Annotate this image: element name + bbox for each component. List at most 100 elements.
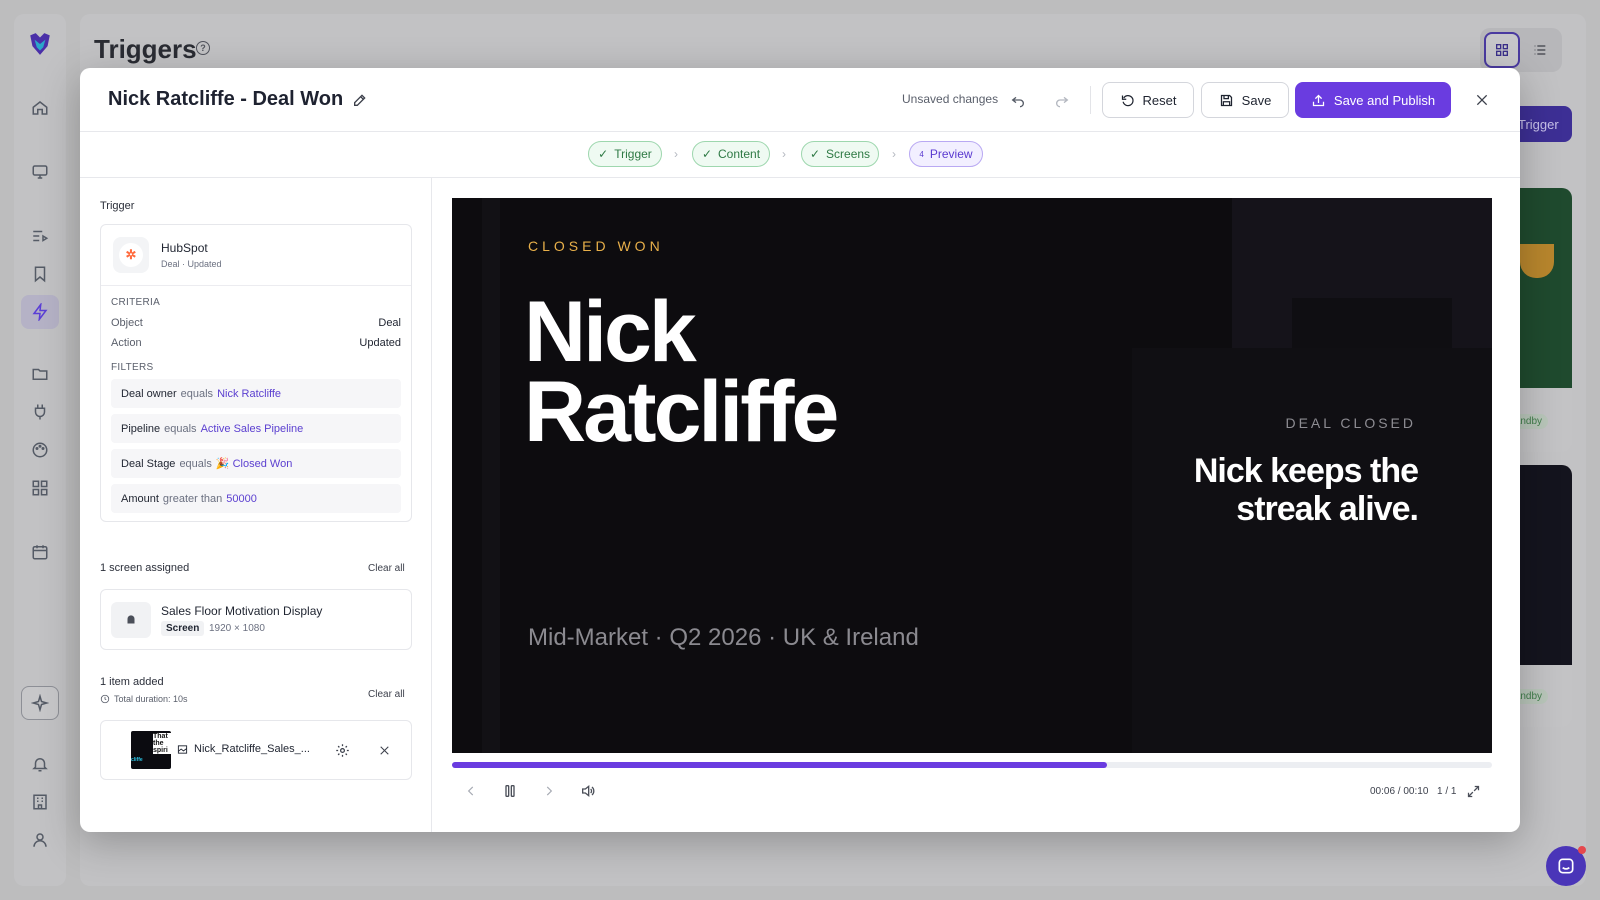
content-item-card[interactable]: cliffe That the spiri Nick_Ratcliffe_Sal… (100, 720, 412, 780)
image-icon (177, 744, 188, 754)
filter-value: 50000 (226, 492, 257, 505)
bookmark-icon[interactable] (28, 262, 52, 286)
slide-counter: 1 / 1 (1437, 786, 1457, 797)
clear-screens-button[interactable]: Clear all (368, 563, 405, 574)
save-label: Save (1241, 92, 1272, 108)
preview-kicker: CLOSED WON (528, 238, 664, 254)
preview-name: Nick Ratcliffe (524, 289, 839, 455)
item-thumbnail: cliffe That the spiri (131, 731, 171, 769)
close-icon[interactable] (1472, 90, 1492, 110)
criteria-key: Object (111, 317, 143, 329)
modal-title: Nick Ratcliffe - Deal Won (108, 88, 344, 110)
step-trigger[interactable]: ✓ Trigger (588, 141, 662, 167)
check-icon: ✓ (598, 147, 609, 161)
step-label: Preview (929, 147, 973, 161)
unsaved-changes-label: Unsaved changes (902, 92, 999, 106)
home-icon[interactable] (28, 96, 52, 120)
screen-type-badge: Screen (161, 621, 205, 636)
chevron-right-icon[interactable] (538, 780, 560, 802)
integration-name: HubSpot (161, 241, 208, 255)
progress-fill (452, 762, 1108, 768)
save-icon (1220, 94, 1232, 106)
gear-icon[interactable] (333, 741, 351, 759)
folder-icon[interactable] (28, 362, 52, 386)
fullscreen-icon[interactable] (1462, 780, 1484, 802)
logo-icon[interactable] (26, 30, 54, 58)
check-icon: ✓ (809, 147, 821, 161)
criteria-label: CRITERIA (111, 297, 161, 308)
playback-progress[interactable] (452, 762, 1492, 768)
step-preview[interactable]: 4 Preview (909, 141, 983, 167)
calendar-icon[interactable] (28, 540, 52, 564)
filter-field: Amount (121, 492, 159, 505)
preview-tagline-line: streak alive. (1236, 490, 1419, 528)
chevron-right-icon: › (674, 147, 678, 161)
pencil-icon[interactable] (352, 92, 368, 108)
filter-value: 🎉 Closed Won (215, 458, 293, 470)
screen-resolution: 1920 × 1080 (209, 623, 265, 634)
screen-card[interactable]: Sales Floor Motivation Display Screen 19… (100, 589, 412, 650)
playlist-icon[interactable] (28, 224, 52, 248)
step-screens[interactable]: ✓ Screens (801, 141, 879, 167)
app-sidebar (14, 14, 66, 886)
chevron-right-icon: › (782, 147, 786, 161)
item-file: Nick_Ratcliffe_Sales_... (177, 743, 310, 755)
chevron-right-icon: › (892, 147, 896, 161)
modal-header: Nick Ratcliffe - Deal Won Unsaved change… (80, 68, 1520, 132)
save-and-publish-label: Save and Publish (1333, 92, 1436, 108)
android-icon (111, 602, 151, 638)
clear-items-button[interactable]: Clear all (368, 689, 405, 700)
sparkle-icon[interactable] (21, 686, 59, 720)
pause-icon[interactable] (499, 780, 521, 802)
filters-label: FILTERS (111, 362, 154, 373)
chevron-left-icon[interactable] (460, 780, 482, 802)
duration-row: Total duration: 10s (100, 694, 188, 704)
criteria-value: Updated (359, 337, 401, 349)
step-indicator: ✓ Trigger › ✓ Content › ✓ Screens › 4 Previe… (80, 132, 1520, 178)
decorative-panel (1132, 348, 1492, 753)
decorative-stripe (482, 198, 500, 753)
trigger-section-label: Trigger (100, 200, 135, 212)
reset-button[interactable]: Reset (1102, 82, 1194, 118)
page-title: Triggers (94, 34, 197, 64)
filter-row: Pipeline equals Active Sales Pipeline (111, 414, 401, 443)
upload-icon (1312, 94, 1325, 106)
step-label: Content (718, 147, 761, 161)
volume-icon[interactable] (577, 780, 599, 802)
preview-tagline: Nick keeps the streak alive. (1118, 452, 1419, 528)
step-content[interactable]: ✓ Content (692, 141, 770, 167)
criteria-key: Action (111, 337, 142, 349)
integration-event: Deal · Updated (161, 259, 222, 269)
plug-icon[interactable] (28, 400, 52, 424)
filter-operator: equals (164, 422, 197, 435)
grid-view-icon[interactable] (1484, 32, 1520, 68)
items-heading: 1 item added (100, 676, 164, 688)
total-duration: Total duration: 10s (114, 694, 188, 704)
remove-item-icon[interactable] (375, 741, 393, 759)
building-icon[interactable] (28, 790, 52, 814)
redo-icon[interactable] (1052, 90, 1072, 110)
filter-field: Deal Stage (121, 457, 176, 470)
filter-field: Deal owner (121, 387, 177, 400)
filter-value: Active Sales Pipeline (200, 422, 304, 435)
trophy-icon (1520, 244, 1554, 278)
apps-icon[interactable] (28, 476, 52, 500)
screen-name: Sales Floor Motivation Display (161, 604, 323, 618)
filter-row: Deal Stage equals 🎉 Closed Won (111, 449, 401, 478)
bell-icon[interactable] (28, 752, 52, 776)
user-icon[interactable] (28, 828, 52, 852)
help-icon[interactable]: ? (196, 41, 210, 55)
monitor-icon[interactable] (28, 160, 52, 184)
list-view-icon[interactable] (1522, 32, 1558, 68)
clock-icon (100, 694, 110, 704)
save-button[interactable]: Save (1201, 82, 1289, 118)
filter-operator: equals (180, 387, 214, 400)
step-label: Screens (826, 147, 871, 161)
filter-operator: equals (179, 457, 212, 470)
lightning-icon[interactable] (21, 295, 59, 329)
undo-icon[interactable] (1008, 90, 1028, 110)
palette-icon[interactable] (28, 438, 52, 462)
preview-meta: Mid-Market · Q2 2026 · UK & Ireland (528, 624, 919, 651)
preview-tagline-line: Nick keeps the (1193, 452, 1419, 490)
save-and-publish-button[interactable]: Save and Publish (1295, 82, 1451, 118)
